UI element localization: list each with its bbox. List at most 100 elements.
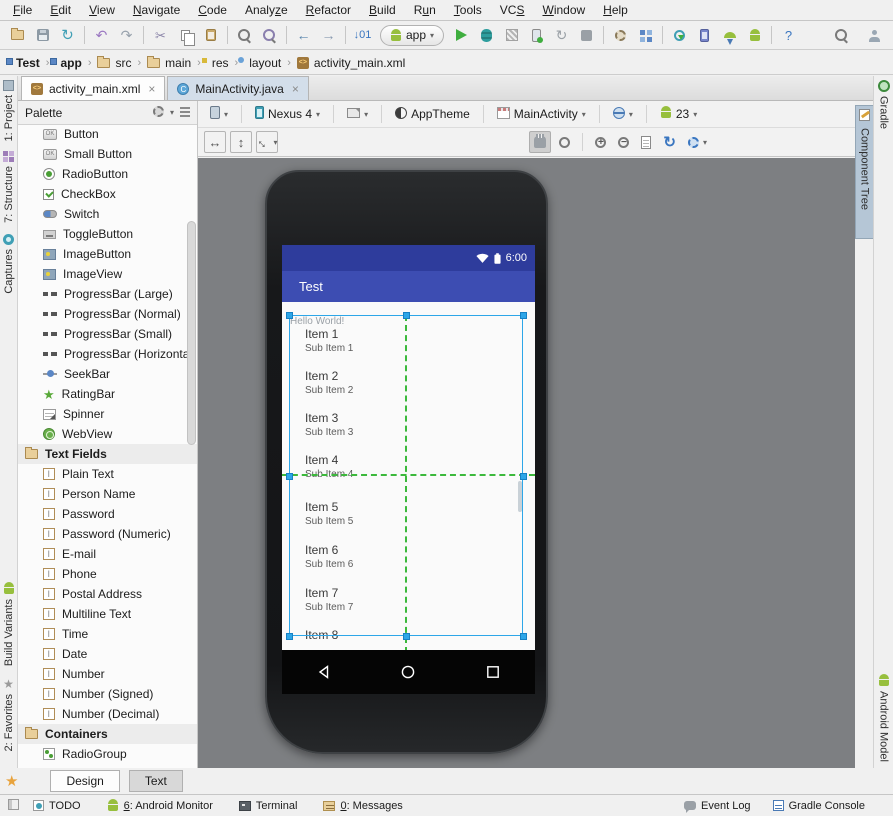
statusbar-androidmonitor[interactable]: 6: Android Monitor xyxy=(107,799,213,812)
editor-tab-activity_main.xml[interactable]: <> activity_main.xml × xyxy=(21,76,166,100)
selection-handle[interactable] xyxy=(286,312,293,319)
menu-refactor[interactable]: Refactor xyxy=(297,1,360,19)
zoom-out-button[interactable]: − xyxy=(614,131,633,153)
palette-item-password[interactable]: Password xyxy=(18,504,197,524)
design-canvas[interactable]: 6:00 Test Hello World! Item 1 Sub Item 1I… xyxy=(198,158,855,768)
palette-settings-button[interactable] xyxy=(152,105,164,120)
expand-h-button[interactable]: ↔ xyxy=(204,131,226,153)
palette-item-radiogroup[interactable]: RadioGroup xyxy=(18,744,197,764)
menu-view[interactable]: View xyxy=(80,1,124,19)
palette-item-time[interactable]: Time xyxy=(18,624,197,644)
palette-scrollbar[interactable] xyxy=(187,221,196,445)
gradle-sync-button[interactable] xyxy=(667,23,692,47)
palette-item-progressbar--small-[interactable]: ProgressBar (Small) xyxy=(18,324,197,344)
palette-item-number--signed-[interactable]: Number (Signed) xyxy=(18,684,197,704)
menu-code[interactable]: Code xyxy=(189,1,236,19)
preview-doc-button[interactable] xyxy=(637,131,655,153)
menu-build[interactable]: Build xyxy=(360,1,405,19)
redo-button[interactable]: ↷ xyxy=(114,23,139,47)
listview-selection[interactable] xyxy=(286,312,527,640)
toolwindow-toggle-button[interactable] xyxy=(8,798,19,813)
breadcrumb-layout[interactable]: layout xyxy=(238,56,284,70)
selection-handle[interactable] xyxy=(403,312,410,319)
toolwindow-structure[interactable]: 7: Structure xyxy=(0,150,17,223)
activity-selector[interactable]: MainActivity ▾ xyxy=(493,103,590,125)
selection-handle[interactable] xyxy=(403,633,410,640)
palette-item-number--decimal-[interactable]: Number (Decimal) xyxy=(18,704,197,724)
settings-gear-button[interactable]: ▾ xyxy=(684,131,711,153)
rerun-button[interactable]: ↻ xyxy=(549,23,574,47)
toolwindow-project[interactable]: 1: Project xyxy=(0,80,17,141)
stop-button[interactable] xyxy=(574,23,599,47)
toolwindow-captures[interactable]: Captures xyxy=(0,234,17,294)
zoom-in-button[interactable]: + xyxy=(591,131,610,153)
orientation-button[interactable]: ▾ xyxy=(343,103,372,125)
selection-handle[interactable] xyxy=(520,633,527,640)
android-monitor-button[interactable] xyxy=(742,23,767,47)
close-icon[interactable]: × xyxy=(292,82,299,96)
locale-selector[interactable]: ▾ xyxy=(609,103,637,125)
menu-run[interactable]: Run xyxy=(405,1,445,19)
tab-design[interactable]: Design xyxy=(50,770,120,792)
palette-item-spinner[interactable]: Spinner xyxy=(18,404,197,424)
pan-button[interactable] xyxy=(529,131,552,153)
expand-v-button[interactable]: ↕ xyxy=(230,131,252,153)
avatar-button[interactable] xyxy=(862,23,887,47)
run-config-selector[interactable]: app ▾ xyxy=(380,24,445,46)
statusbar-event-log[interactable]: Event Log xyxy=(684,800,751,813)
undo-button[interactable]: ↶ xyxy=(89,23,114,47)
device-monitor-button[interactable] xyxy=(692,23,717,47)
palette-item-postal-address[interactable]: Postal Address xyxy=(18,584,197,604)
menu-file[interactable]: File xyxy=(4,1,41,19)
refresh-button[interactable]: ↻ xyxy=(659,131,680,153)
palette-item-button[interactable]: OK Button xyxy=(18,124,197,144)
breadcrumb-res[interactable]: res xyxy=(201,56,232,70)
layout-preview[interactable]: Hello World! Item 1 Sub Item 1 Item 2 Sub I… xyxy=(282,302,535,650)
statusbar-gradle-console[interactable]: Gradle Console xyxy=(772,800,865,812)
palette-item-password--numeric-[interactable]: Password (Numeric) xyxy=(18,524,197,544)
run-button[interactable] xyxy=(449,23,474,47)
favorites-star-icon[interactable]: ★ xyxy=(5,774,18,789)
toolwindow-gradle[interactable]: Gradle xyxy=(874,80,893,129)
palette-item-small-button[interactable]: OK Small Button xyxy=(18,144,197,164)
menu-navigate[interactable]: Navigate xyxy=(124,1,189,19)
palette-item-radiobutton[interactable]: RadioButton xyxy=(18,164,197,184)
statusbar-messages[interactable]: 0: Messages xyxy=(323,800,403,812)
menu-edit[interactable]: Edit xyxy=(41,1,80,19)
palette-item-ratingbar[interactable]: ★ RatingBar xyxy=(18,384,197,404)
component-tree-tab[interactable]: Component Tree xyxy=(855,105,874,239)
help-button[interactable]: ? xyxy=(776,23,801,47)
find-button[interactable] xyxy=(232,23,257,47)
coverage-button[interactable] xyxy=(499,23,524,47)
selection-handle[interactable] xyxy=(520,473,527,480)
palette-item-webview[interactable]: WebView xyxy=(18,424,197,444)
editor-tab-MainActivity.java[interactable]: C MainActivity.java × xyxy=(167,76,309,100)
sdk-manager-button[interactable] xyxy=(717,23,742,47)
debug-button[interactable] xyxy=(474,23,499,47)
toolwindow-android-model[interactable]: Android Model xyxy=(874,674,893,762)
palette-item-togglebutton[interactable]: ToggleButton xyxy=(18,224,197,244)
device-screen[interactable]: 6:00 Test Hello World! Item 1 Sub Item 1I… xyxy=(282,245,535,694)
selection-handle[interactable] xyxy=(286,473,293,480)
palette-view-options-button[interactable] xyxy=(180,106,190,120)
breadcrumb-activity_main.xml[interactable]: <> activity_main.xml xyxy=(294,56,408,70)
statusbar-terminal[interactable]: Terminal xyxy=(238,800,297,812)
device-selector[interactable]: Nexus 4 ▾ xyxy=(251,103,324,125)
palette-item-number[interactable]: Number xyxy=(18,664,197,684)
project-structure-button[interactable] xyxy=(633,23,658,47)
palette-item-containers[interactable]: Containers xyxy=(18,724,197,744)
expand-all-button[interactable]: ↔ ▾ xyxy=(253,131,278,153)
menu-window[interactable]: Window xyxy=(533,1,594,19)
palette-item-plain-text[interactable]: Plain Text xyxy=(18,464,197,484)
sync-button[interactable]: ↻ xyxy=(55,23,80,47)
toolwindow-favorites[interactable]: ★ 2: Favorites xyxy=(0,678,17,751)
statusbar-todo[interactable]: TODO xyxy=(33,800,81,812)
palette-item-e-mail[interactable]: E-mail xyxy=(18,544,197,564)
avd-manager-button[interactable] xyxy=(608,23,633,47)
palette-item-imagebutton[interactable]: ImageButton xyxy=(18,244,197,264)
paste-button[interactable] xyxy=(198,23,223,47)
palette-item-progressbar--large-[interactable]: ProgressBar (Large) xyxy=(18,284,197,304)
menu-help[interactable]: Help xyxy=(594,1,637,19)
save-all-button[interactable] xyxy=(30,23,55,47)
menu-vcs[interactable]: VCS xyxy=(491,1,534,19)
